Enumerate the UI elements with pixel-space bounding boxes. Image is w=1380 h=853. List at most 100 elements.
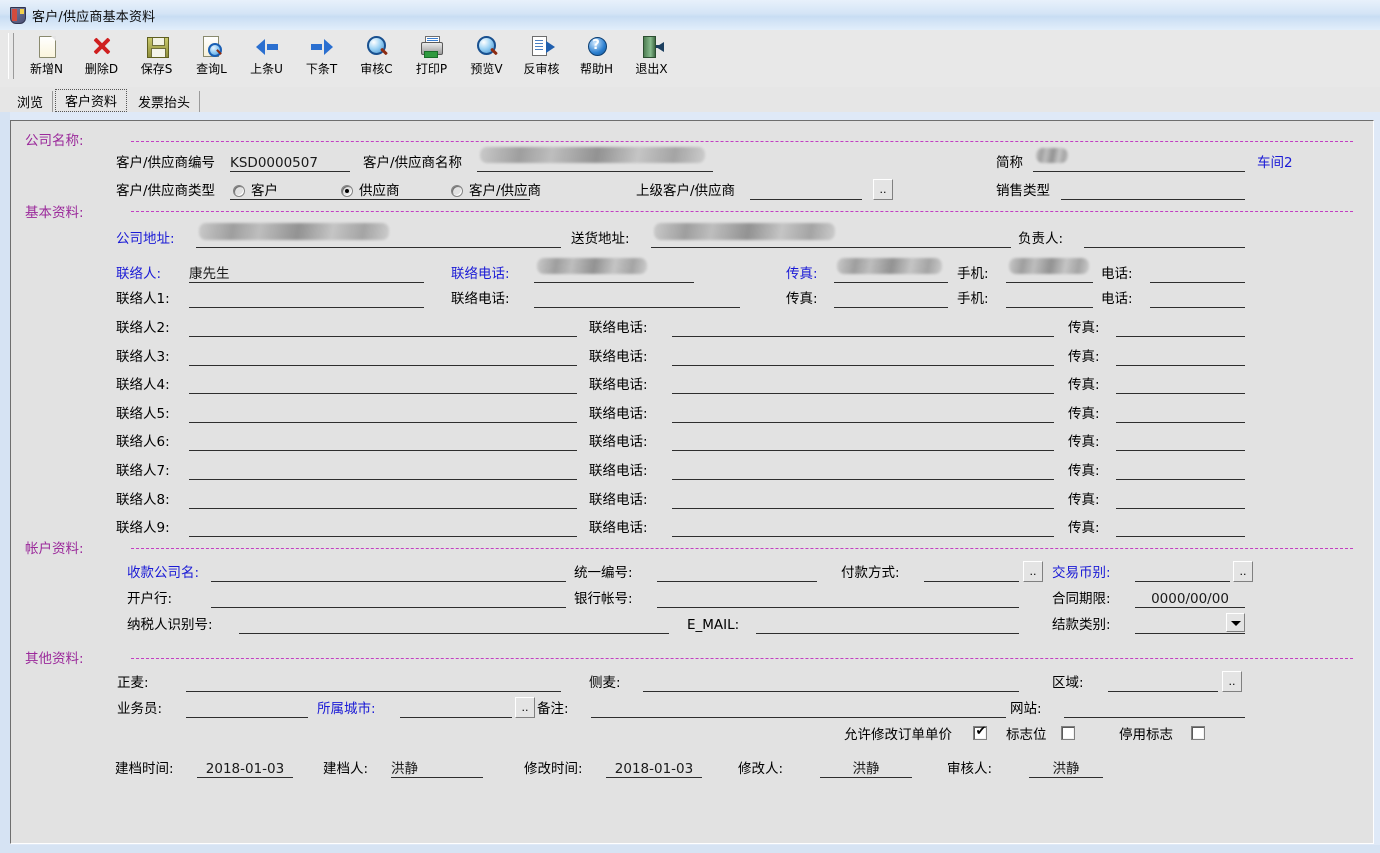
delete-button[interactable]: 删除D bbox=[74, 32, 129, 84]
tab-customer-data[interactable]: 客户资料 bbox=[55, 89, 127, 112]
audit-button[interactable]: 审核C bbox=[349, 32, 404, 84]
contact9-field[interactable] bbox=[189, 520, 577, 537]
unaudit-button[interactable]: 反审核 bbox=[514, 32, 569, 84]
customer-data-panel: 公司名称: 客户/供应商编号 KSD0000507 客户/供应商名称 简称 车间… bbox=[10, 120, 1374, 844]
front-mic-field[interactable] bbox=[186, 675, 561, 692]
contact7-fax-field[interactable] bbox=[1116, 463, 1245, 480]
bank-account-field[interactable] bbox=[657, 591, 1019, 608]
contact-person-field[interactable]: 康先生 bbox=[189, 266, 424, 283]
workshop-tag: 车间2 bbox=[1257, 155, 1293, 171]
contact1-fax-field[interactable] bbox=[834, 291, 948, 308]
auditor-value: 洪静 bbox=[1029, 761, 1103, 777]
contract-period-field[interactable]: 0000/00/00 bbox=[1135, 591, 1245, 608]
new-button-label: 新增N bbox=[30, 63, 63, 76]
contact3-fax-field[interactable] bbox=[1116, 349, 1245, 366]
bank-field[interactable] bbox=[211, 591, 566, 608]
side-mic-field[interactable] bbox=[643, 675, 1019, 692]
preview-button[interactable]: 预览V bbox=[459, 32, 514, 84]
contact8-field[interactable] bbox=[189, 492, 577, 509]
contact1-tel-field[interactable] bbox=[1150, 291, 1245, 308]
region-field[interactable] bbox=[1108, 675, 1218, 692]
tel-field[interactable] bbox=[1150, 266, 1245, 283]
contact2-field[interactable] bbox=[189, 320, 577, 337]
new-button[interactable]: 新增N bbox=[19, 32, 74, 84]
payee-company-field[interactable] bbox=[211, 565, 566, 582]
query-page-magnifier-icon bbox=[197, 34, 227, 62]
contact6-fax-label: 传真: bbox=[1068, 434, 1100, 450]
section-basic-info-label: 基本资料: bbox=[25, 205, 84, 221]
email-field[interactable] bbox=[756, 617, 1019, 634]
unified-number-field[interactable] bbox=[657, 565, 817, 582]
print-button[interactable]: 打印P bbox=[404, 32, 459, 84]
prev-record-button[interactable]: 上条U bbox=[239, 32, 294, 84]
auditor-field: 洪静 bbox=[1029, 761, 1103, 778]
city-picker-button[interactable]: .. bbox=[515, 697, 535, 718]
delivery-address-label: 送货地址: bbox=[571, 231, 630, 247]
tab-browse[interactable]: 浏览 bbox=[8, 91, 53, 112]
application-window: 客户/供应商基本资料 新增N 删除D 保存S 查询L 上条U bbox=[0, 0, 1380, 853]
website-field[interactable] bbox=[1064, 701, 1245, 718]
contact5-label: 联络人5: bbox=[116, 406, 170, 422]
help-button[interactable]: ? 帮助H bbox=[569, 32, 624, 84]
allow-edit-price-checkbox[interactable] bbox=[973, 726, 987, 740]
contact2-fax-field[interactable] bbox=[1116, 320, 1245, 337]
contact6-label: 联络人6: bbox=[116, 434, 170, 450]
city-field[interactable] bbox=[400, 701, 512, 718]
arrow-right-icon bbox=[307, 34, 337, 62]
parent-customer-field[interactable] bbox=[750, 183, 862, 200]
contact1-field[interactable] bbox=[189, 291, 424, 308]
contact4-field[interactable] bbox=[189, 377, 577, 394]
currency-field[interactable] bbox=[1135, 565, 1230, 582]
contact3-field[interactable] bbox=[189, 349, 577, 366]
contact7-field[interactable] bbox=[189, 463, 577, 480]
toolbar-grip[interactable] bbox=[8, 33, 14, 79]
contact8-fax-field[interactable] bbox=[1116, 492, 1245, 509]
taxpayer-id-field[interactable] bbox=[239, 617, 669, 634]
contact1-mobile-field[interactable] bbox=[1006, 291, 1093, 308]
contact9-phone-field[interactable] bbox=[672, 520, 1054, 537]
currency-picker-button[interactable]: .. bbox=[1233, 561, 1253, 582]
radio-supplier[interactable] bbox=[341, 185, 353, 197]
contact4-phone-field[interactable] bbox=[672, 377, 1054, 394]
payment-method-picker-button[interactable]: .. bbox=[1023, 561, 1043, 582]
settle-type-dropdown-button[interactable] bbox=[1226, 613, 1245, 632]
contact6-fax-field[interactable] bbox=[1116, 434, 1245, 451]
contact6-field[interactable] bbox=[189, 434, 577, 451]
contact6-phone-field[interactable] bbox=[672, 434, 1054, 451]
contact8-phone-field[interactable] bbox=[672, 492, 1054, 509]
currency-label: 交易币别: bbox=[1052, 565, 1111, 581]
sales-type-field[interactable] bbox=[1061, 183, 1245, 200]
salesman-label: 业务员: bbox=[117, 701, 162, 717]
next-record-button[interactable]: 下条T bbox=[294, 32, 349, 84]
contact5-fax-field[interactable] bbox=[1116, 406, 1245, 423]
contact5-field[interactable] bbox=[189, 406, 577, 423]
flag-bit-checkbox[interactable] bbox=[1061, 726, 1075, 740]
contact5-phone-field[interactable] bbox=[672, 406, 1054, 423]
disable-flag-checkbox[interactable] bbox=[1191, 726, 1205, 740]
radio-customer-supplier[interactable] bbox=[451, 185, 463, 197]
radio-customer-label: 客户 bbox=[251, 183, 278, 199]
remark-field[interactable] bbox=[591, 701, 1006, 718]
principal-field[interactable] bbox=[1084, 231, 1245, 248]
save-button[interactable]: 保存S bbox=[129, 32, 184, 84]
query-button[interactable]: 查询L bbox=[184, 32, 239, 84]
region-picker-button[interactable]: .. bbox=[1222, 671, 1242, 692]
parent-customer-picker-button[interactable]: .. bbox=[873, 179, 893, 200]
exit-button[interactable]: 退出X bbox=[624, 32, 679, 84]
contact4-fax-field[interactable] bbox=[1116, 377, 1245, 394]
next-record-button-label: 下条T bbox=[306, 63, 337, 76]
contact7-phone-field[interactable] bbox=[672, 463, 1054, 480]
contact9-label: 联络人9: bbox=[116, 520, 170, 536]
contact1-phone-field[interactable] bbox=[534, 291, 740, 308]
customer-code-field[interactable]: KSD0000507 bbox=[230, 155, 350, 172]
payment-method-field[interactable] bbox=[924, 565, 1019, 582]
salesman-field[interactable] bbox=[186, 701, 308, 718]
radio-customer[interactable] bbox=[233, 185, 245, 197]
contact1-tel-label: 电话: bbox=[1101, 291, 1133, 307]
contact2-phone-field[interactable] bbox=[672, 320, 1054, 337]
tab-customer-data-label: 客户资料 bbox=[65, 91, 117, 110]
contact9-fax-field[interactable] bbox=[1116, 520, 1245, 537]
contact3-phone-field[interactable] bbox=[672, 349, 1054, 366]
city-label: 所属城市: bbox=[317, 701, 376, 717]
tab-invoice-header[interactable]: 发票抬头 bbox=[129, 91, 200, 112]
